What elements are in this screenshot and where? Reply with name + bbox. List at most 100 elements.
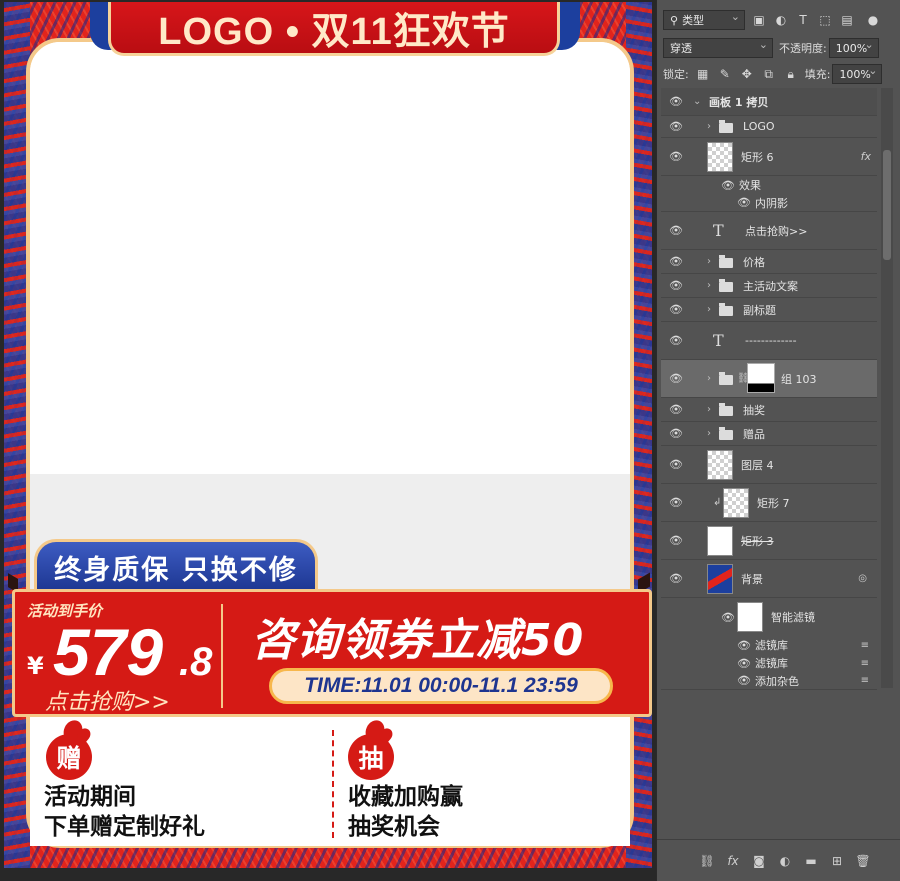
layer-mask-thumbnail[interactable] [747,363,775,393]
expand-chevron-icon[interactable]: › [707,256,711,267]
layer-name: 图层 4 [741,458,774,472]
expand-chevron-icon[interactable]: › [707,373,711,384]
expand-chevron-icon[interactable]: › [707,304,711,315]
expand-chevron-icon[interactable]: › [707,121,711,132]
visibility-eye-icon[interactable]: 👁︎ [669,120,683,133]
visibility-eye-icon[interactable]: 👁︎ [669,150,683,163]
filter-options-icon[interactable]: ≡ [861,675,869,686]
artboard[interactable]: LOGO • 双11狂欢节 终身质保 只换不修 活动到手价 ¥ 579 .8 点… [4,2,652,868]
layer-name: LOGO [743,120,775,133]
layers-scrollbar[interactable] [881,88,893,688]
layer-smart-filters[interactable]: 👁︎ 智能滤镜 [661,598,877,636]
visibility-eye-icon[interactable]: 👁︎ [669,372,683,385]
opacity-value: 100% [835,41,868,55]
layer-subtitle[interactable]: 👁︎ › 副标题 [661,298,877,322]
visibility-eye-icon[interactable]: 👁︎ [721,611,735,624]
gift-flame-icon: 赠 [46,734,92,780]
delete-layer-icon[interactable]: 🗑︎ [855,853,871,869]
filter-options-icon[interactable]: ≡ [861,640,869,651]
expand-chevron-icon[interactable]: › [707,404,711,415]
filter-type-select[interactable]: ⚲ 类型 [663,10,745,30]
layer-logo[interactable]: 👁︎ › LOGO [661,116,877,138]
gift-left-line1: 活动期间 [44,784,136,810]
type-filter-icon[interactable]: T [795,12,811,28]
layer-4[interactable]: 👁︎ 图层 4 [661,446,877,484]
new-group-icon[interactable]: ▬ [803,853,819,869]
layer-text-buy-now[interactable]: 👁︎ T 点击抢购>> [661,212,877,250]
fill-field[interactable]: 100% [832,64,883,84]
layer-add-noise[interactable]: 👁︎ 添加杂色 ≡ [661,672,877,690]
link-layers-icon[interactable]: ⛓ [699,853,715,869]
layer-group-103[interactable]: 👁︎ › ⛓ 组 103 [661,360,877,398]
visibility-eye-icon[interactable]: 👁︎ [721,179,735,192]
visibility-eye-icon[interactable]: 👁︎ [669,303,683,316]
filter-options-icon[interactable]: ≡ [861,658,869,669]
layer-name: 背景 [741,572,763,586]
layer-rect-7[interactable]: 👁︎ ↲ 矩形 7 [661,484,877,522]
lock-image-icon[interactable]: ✎ [717,66,733,82]
folder-icon [719,403,733,416]
new-layer-icon[interactable]: ⊞ [829,853,845,869]
layer-filter-gallery-1[interactable]: 👁︎ 滤镜库 ≡ [661,636,877,654]
layer-inner-shadow[interactable]: 👁︎ 内阴影 [661,194,877,212]
add-style-icon[interactable]: fx [725,853,741,869]
visibility-eye-icon[interactable]: 👁︎ [737,639,751,652]
visibility-eye-icon[interactable]: 👁︎ [669,279,683,292]
shape-filter-icon[interactable]: ⬚ [817,12,833,28]
document-canvas[interactable]: LOGO • 双11狂欢节 终身质保 只换不修 活动到手价 ¥ 579 .8 点… [0,0,656,881]
image-filter-icon[interactable]: ▣ [751,12,767,28]
visibility-eye-icon[interactable]: 👁︎ [669,255,683,268]
visibility-eye-icon[interactable]: 👁︎ [737,657,751,670]
layer-lottery[interactable]: 👁︎ › 抽奖 [661,398,877,422]
fx-icon[interactable]: fx [861,150,871,163]
layer-price[interactable]: 👁︎ › 价格 [661,250,877,274]
visibility-eye-icon[interactable]: 👁︎ [737,196,751,209]
layer-artboard[interactable]: 👁︎ ⌄ 画板 1 拷贝 [661,88,877,116]
logo-ribbon: LOGO • 双11狂欢节 [108,2,560,56]
layer-rect-6[interactable]: 👁︎ 矩形 6 fx [661,138,877,176]
expand-chevron-icon[interactable]: › [707,428,711,439]
blend-mode-select[interactable]: 穿透 [663,38,773,58]
layer-filter-gallery-2[interactable]: 👁︎ 滤镜库 ≡ [661,654,877,672]
lock-transparent-icon[interactable]: ▦ [695,66,711,82]
visibility-eye-icon[interactable]: 👁︎ [669,572,683,585]
gift-left-text: 活动期间 下单赠定制好礼 [44,782,205,842]
layer-name: 价格 [743,255,765,269]
smart-object-filter-icon[interactable]: ▤ [839,12,855,28]
layer-background[interactable]: 👁︎ 背景 ◎ [661,560,877,598]
lock-row: 锁定: ▦ ✎ ✥ ⧉ 🔒︎ 填充: 100% [663,63,883,85]
layer-thumbnail [723,488,749,518]
visibility-eye-icon[interactable]: 👁︎ [669,224,683,237]
adjustment-filter-icon[interactable]: ◐ [773,12,789,28]
collapse-chevron-icon[interactable]: ⌄ [693,96,701,107]
filter-mask-thumbnail[interactable] [737,602,763,632]
layer-gift[interactable]: 👁︎ › 赠品 [661,422,877,446]
layer-main-copy[interactable]: 👁︎ › 主活动文案 [661,274,877,298]
lock-artboard-icon[interactable]: ⧉ [761,66,777,82]
layer-rect-3[interactable]: 👁︎ 矩形 3 [661,522,877,560]
visibility-eye-icon[interactable]: 👁︎ [669,403,683,416]
layer-thumbnail [707,526,733,556]
layer-text-dashes[interactable]: 👁︎ T ------------- [661,322,877,360]
visibility-eye-icon[interactable]: 👁︎ [669,496,683,509]
new-adjustment-icon[interactable]: ◐ [777,853,793,869]
layer-name: 画板 1 拷贝 [709,95,769,109]
folder-icon [719,279,733,292]
visibility-eye-icon[interactable]: 👁︎ [669,534,683,547]
scrollbar-thumb[interactable] [883,150,891,260]
visibility-eye-icon[interactable]: 👁︎ [737,674,751,687]
visibility-eye-icon[interactable]: 👁︎ [669,458,683,471]
add-mask-icon[interactable]: ◙ [751,853,767,869]
layer-effects[interactable]: 👁︎ 效果 [661,176,877,194]
expand-chevron-icon[interactable]: › [707,280,711,291]
visibility-eye-icon[interactable]: 👁︎ [669,95,683,108]
layers-panel: ⚲ 类型 ▣ ◐ T ⬚ ▤ ● 穿透 不透明度: 100% 锁定: ▦ ✎ ✥… [656,0,900,881]
visibility-eye-icon[interactable]: 👁︎ [669,334,683,347]
visibility-eye-icon[interactable]: 👁︎ [669,427,683,440]
opacity-field[interactable]: 100% [828,38,879,58]
filter-toggle-icon[interactable]: ● [865,12,881,28]
opacity-label: 不透明度: [779,42,827,55]
lock-all-icon[interactable]: 🔒︎ [783,66,799,82]
layer-name: 组 103 [781,372,817,386]
lock-position-icon[interactable]: ✥ [739,66,755,82]
